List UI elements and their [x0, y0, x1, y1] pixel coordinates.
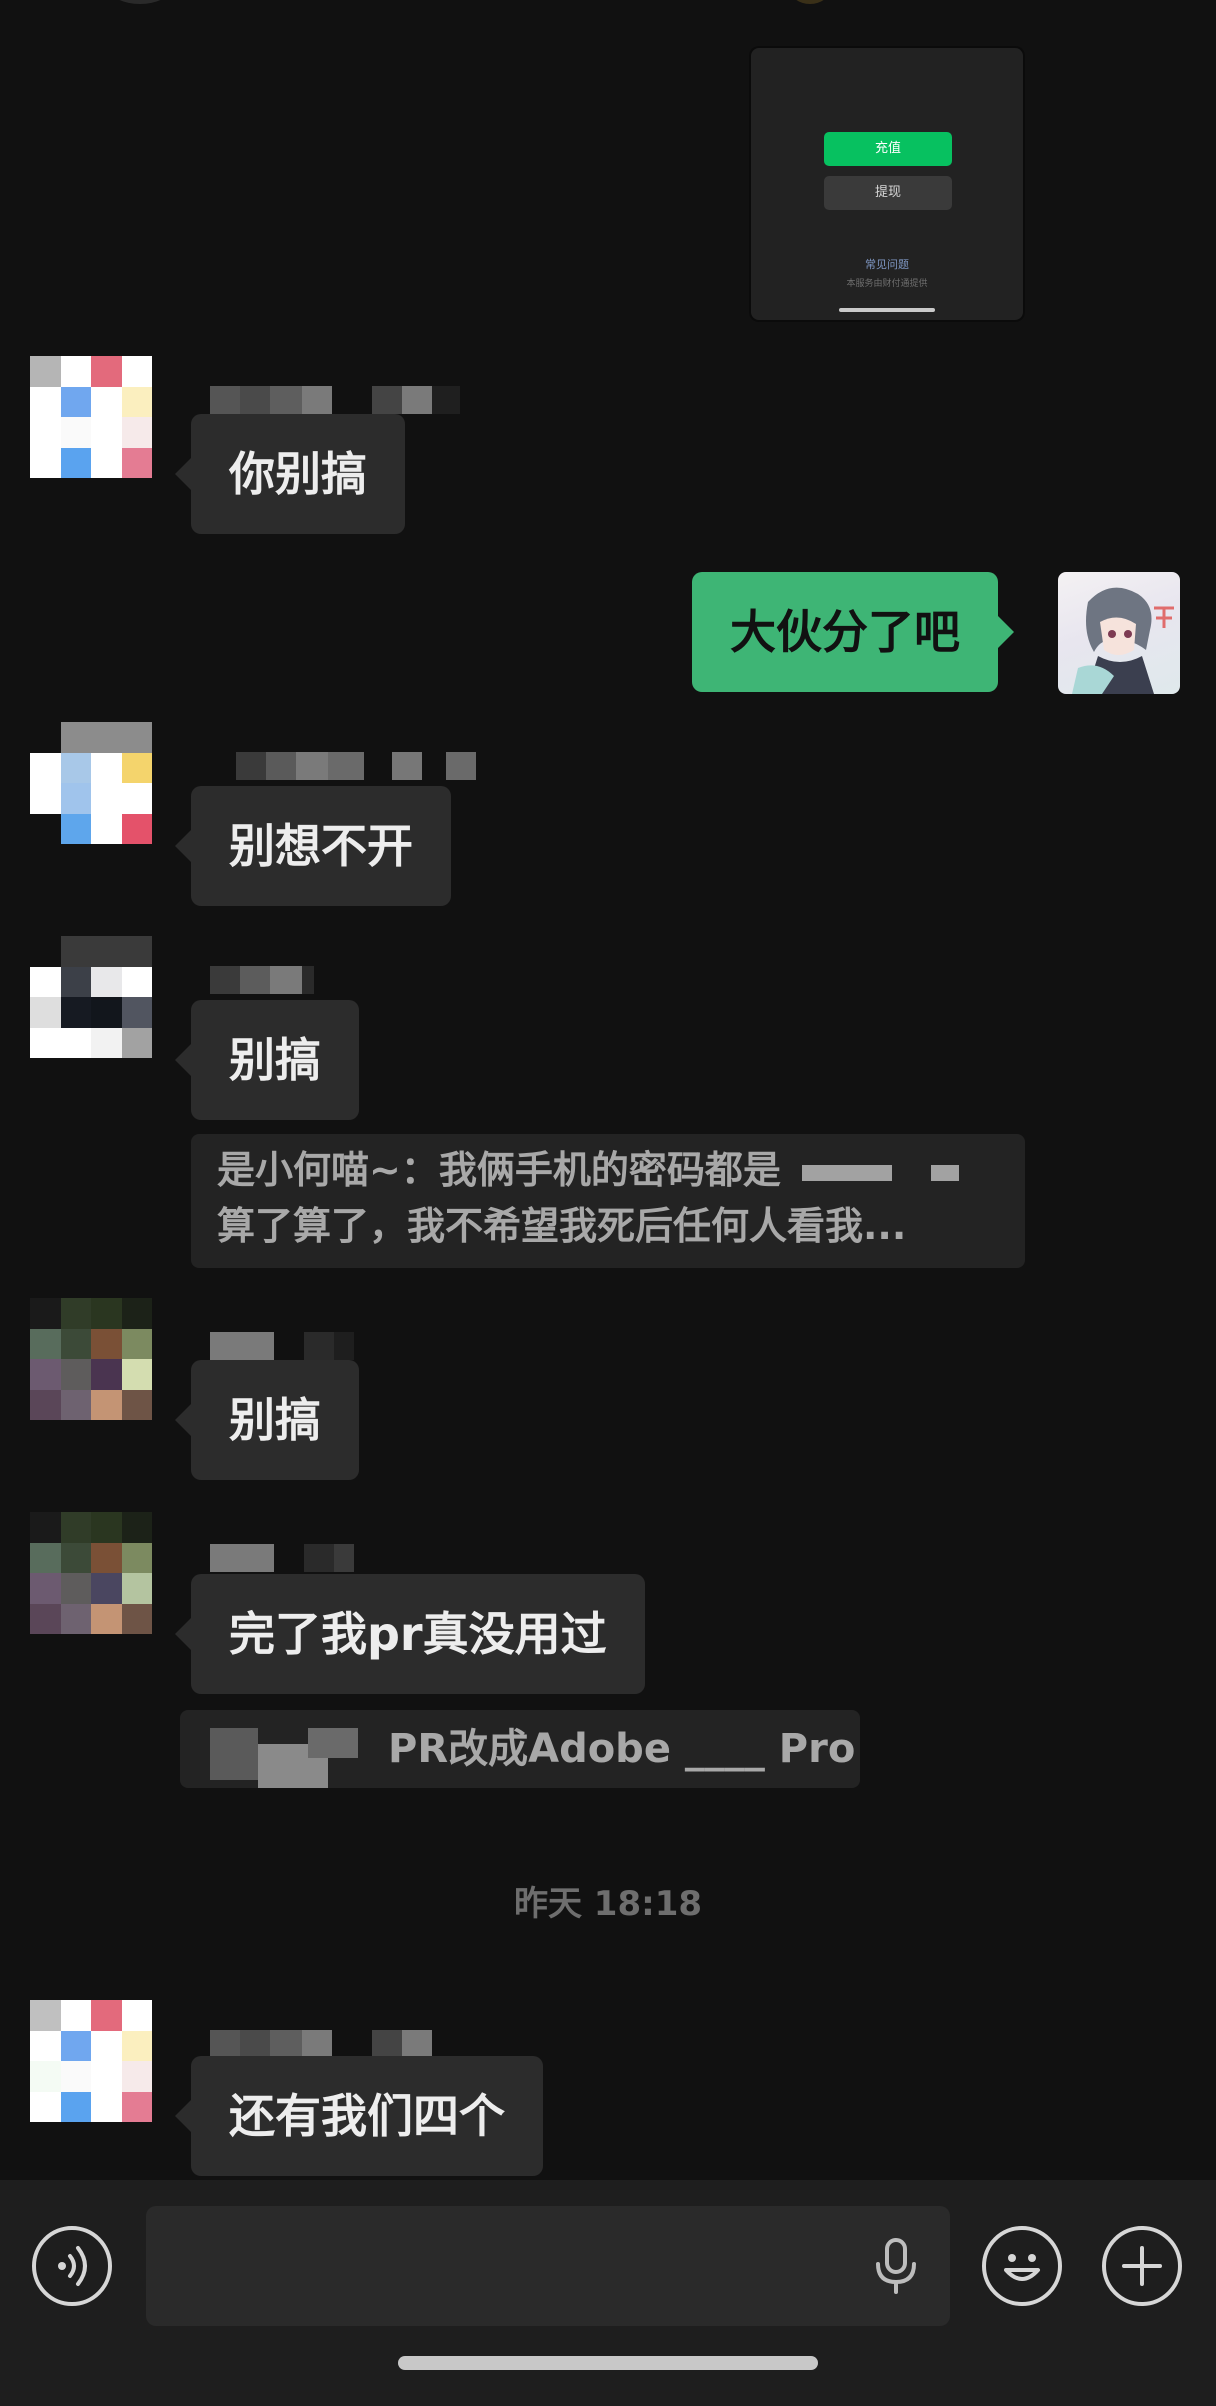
sender-name-redacted — [210, 2030, 432, 2058]
sender-name-redacted — [210, 1332, 354, 1360]
emoji-face-glyph — [1004, 2254, 1040, 2281]
emoji-icon[interactable] — [982, 2226, 1062, 2306]
image-message[interactable]: 充值 提现 常见问题 本服务由财付通提供 — [751, 48, 1023, 320]
message-bubble[interactable]: 完了我pr真没用过 — [175, 1574, 645, 1694]
chat-input-bar — [0, 2180, 1216, 2406]
partial-avatar — [790, 0, 830, 4]
partial-avatar — [110, 0, 170, 4]
message-bubble[interactable]: 别想不开 — [175, 786, 451, 906]
my-message-bubble[interactable]: 大伙分了吧 — [692, 572, 1014, 692]
sender-name-redacted — [210, 386, 460, 414]
time-separator: 昨天 18:18 — [513, 1884, 703, 1924]
redacted-text — [931, 1164, 960, 1181]
sender-name-redacted — [236, 752, 476, 780]
quote-text: PR改成Adobe ____ Pro — [388, 1726, 856, 1772]
avatar[interactable] — [30, 936, 152, 1058]
anime-avatar-image — [1072, 587, 1174, 694]
image-primary-button: 充值 — [824, 132, 952, 166]
quote-line-1-text: 是小何喵~：我俩手机的密码都是 — [217, 1148, 781, 1192]
home-indicator[interactable] — [398, 2356, 818, 2370]
image-home-indicator — [839, 308, 935, 312]
message-bubble[interactable]: 别搞 — [175, 1360, 359, 1480]
avatar[interactable] — [30, 1512, 152, 1634]
avatar[interactable] — [30, 722, 152, 844]
redacted-quote-sender — [210, 1728, 258, 1780]
redacted-quote-sender — [308, 1728, 358, 1758]
image-secondary-button: 提现 — [824, 176, 952, 210]
sender-name-redacted — [210, 1544, 354, 1572]
plus-glyph — [1122, 2246, 1162, 2286]
quote-line-1: 是小何喵~：我俩手机的密码都是 — [217, 1142, 999, 1198]
quote-line-2: 算了算了，我不希望我死后任何人看我... — [217, 1204, 907, 1248]
quoted-reply[interactable]: PR改成Adobe ____ Pro — [180, 1710, 860, 1788]
microphone-glyph — [876, 2238, 916, 2294]
voice-wave-icon — [58, 2246, 87, 2286]
message-bubble[interactable]: 别搞 — [175, 1000, 359, 1120]
avatar[interactable] — [30, 1298, 152, 1420]
avatar[interactable] — [30, 356, 152, 478]
avatar[interactable] — [30, 2000, 152, 2122]
image-note-text: 本服务由财付通提供 — [846, 279, 928, 289]
quoted-reply[interactable]: 是小何喵~：我俩手机的密码都是 算了算了，我不希望我死后任何人看我... — [191, 1134, 1025, 1268]
sender-name-redacted — [210, 966, 314, 994]
message-bubble[interactable]: 你别搞 — [175, 414, 405, 534]
image-link-text: 常见问题 — [865, 258, 909, 271]
message-input[interactable] — [146, 2206, 950, 2326]
voice-mode-icon[interactable] — [32, 2226, 112, 2306]
microphone-icon[interactable] — [868, 2236, 924, 2296]
my-avatar[interactable] — [1058, 572, 1180, 694]
message-bubble[interactable]: 还有我们四个 — [175, 2056, 543, 2176]
redacted-text — [802, 1164, 893, 1181]
plus-icon[interactable] — [1102, 2226, 1182, 2306]
